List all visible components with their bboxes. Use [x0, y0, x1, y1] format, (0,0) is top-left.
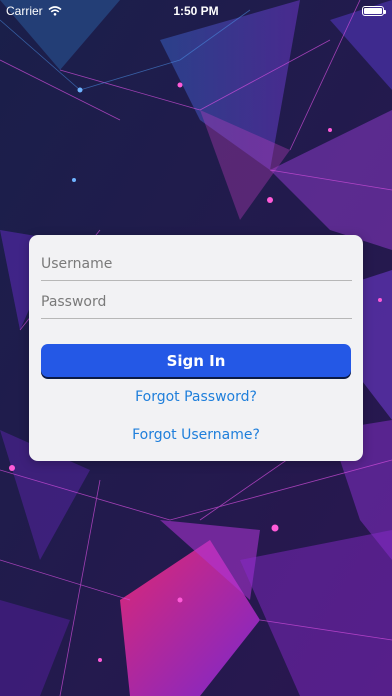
battery-level: [364, 8, 382, 14]
forgot-password-link[interactable]: Forgot Password?: [29, 389, 363, 405]
password-field[interactable]: [41, 285, 352, 319]
username-field[interactable]: [41, 247, 352, 281]
forgot-username-link[interactable]: Forgot Username?: [29, 427, 363, 443]
login-card: Sign In Forgot Password? Forgot Username…: [29, 235, 363, 461]
status-bar: Carrier 1:50 PM: [0, 0, 392, 22]
status-time: 1:50 PM: [173, 4, 219, 18]
login-screen: Carrier 1:50 PM Sign In Forgot Password?…: [0, 0, 392, 696]
sign-in-button[interactable]: Sign In: [41, 344, 351, 377]
battery-icon: [362, 6, 386, 16]
